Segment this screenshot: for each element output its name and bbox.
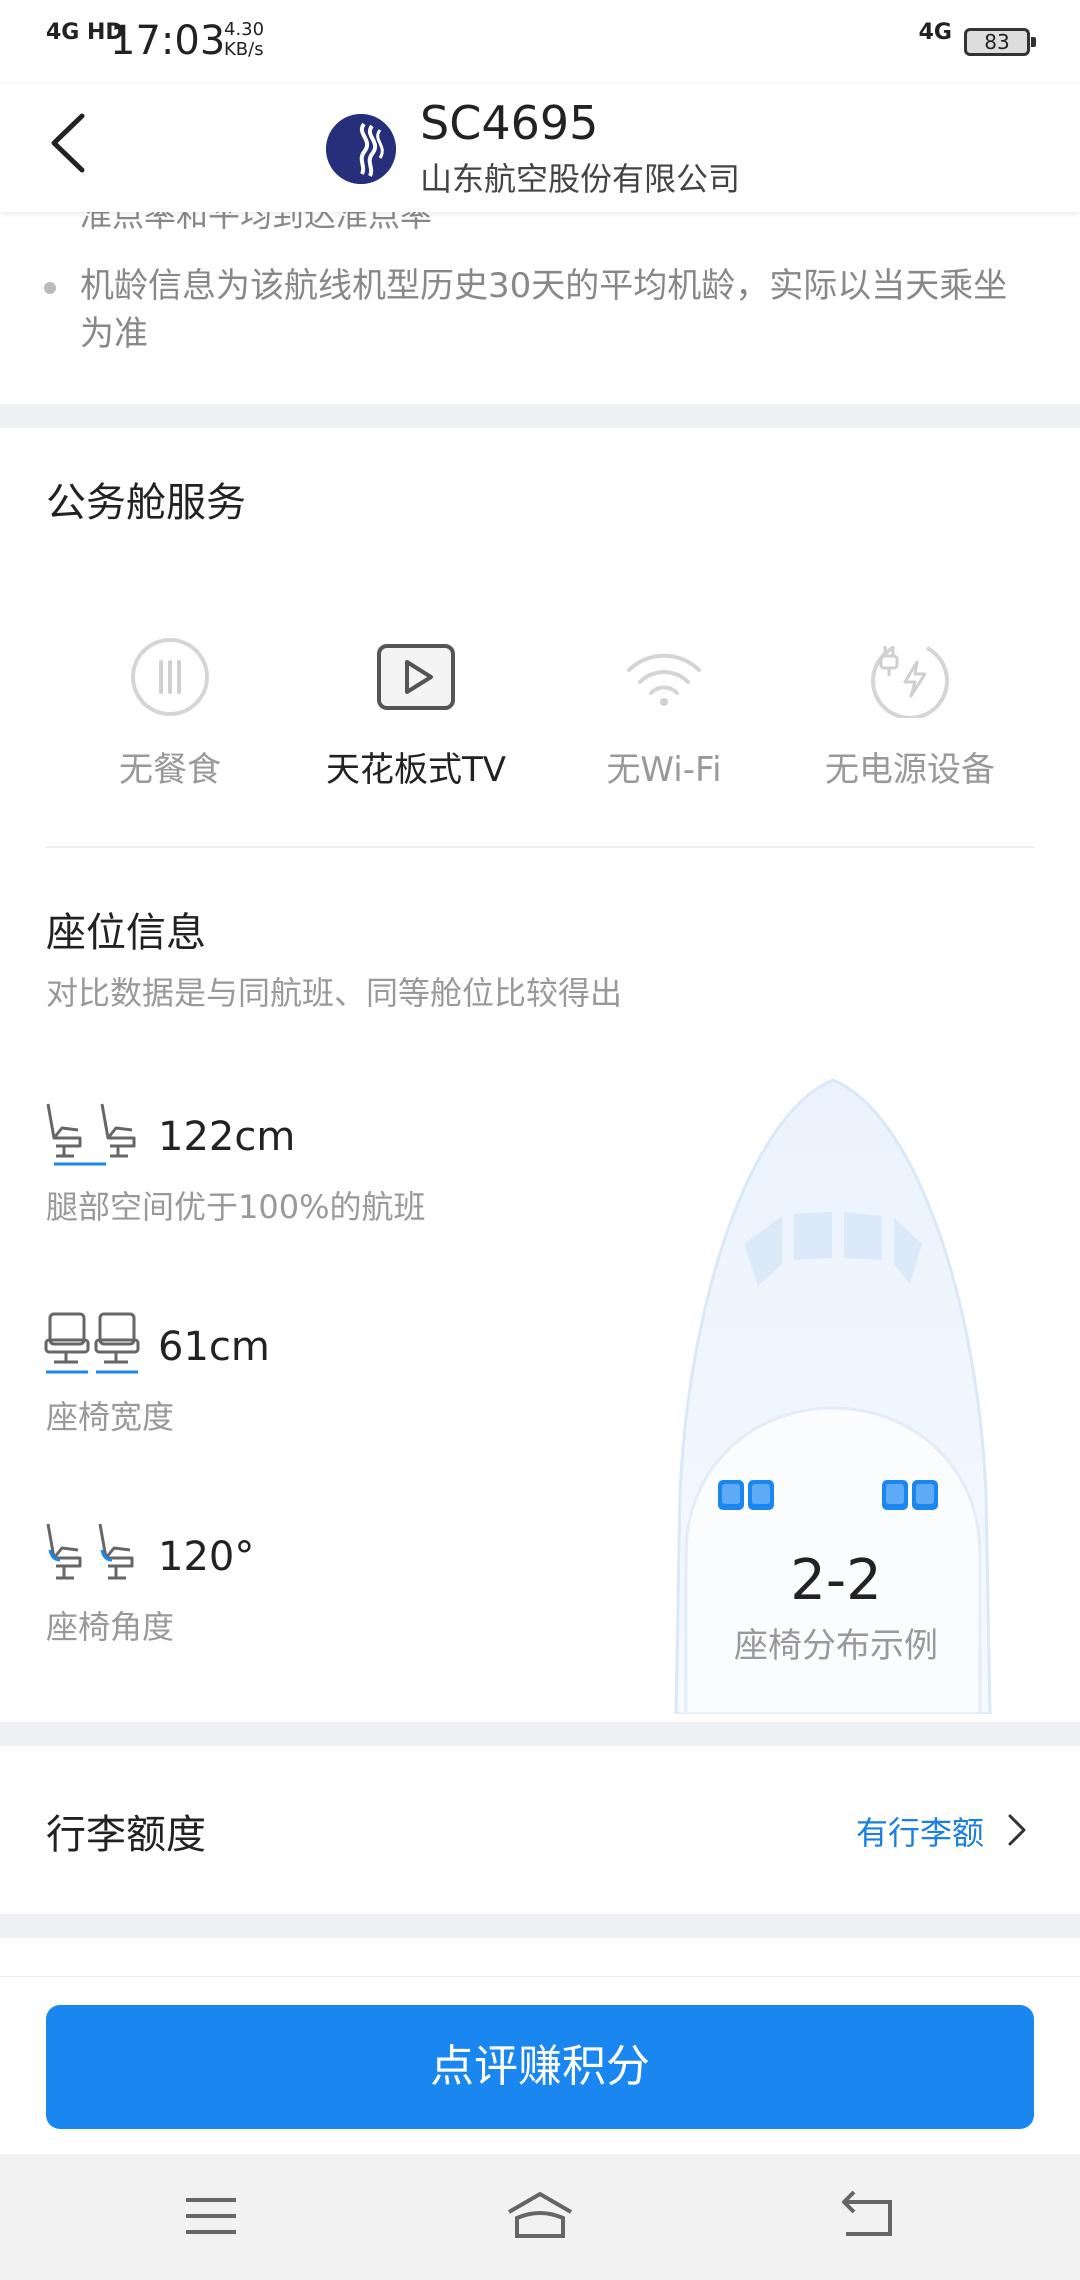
network-indicator-right: 4G <box>918 20 952 45</box>
section-gap <box>0 404 1080 428</box>
seat-angle-icon <box>46 1523 134 1580</box>
header: SC4695 山东航空股份有限公司 <box>0 84 1080 212</box>
service-label: 无电源设备 <box>825 750 995 790</box>
menu-icon[interactable] <box>176 2184 246 2248</box>
back-arrow-icon[interactable] <box>40 108 100 178</box>
seat-width-desc: 座椅宽度 <box>46 1398 175 1436</box>
home-icon[interactable] <box>505 2184 575 2248</box>
next-card-edge <box>0 1938 1080 1976</box>
service-label: 无Wi-Fi <box>606 750 722 790</box>
service-label: 无餐食 <box>119 750 221 790</box>
section-gap <box>0 1914 1080 1938</box>
notes-section: 准点率和平均到达准点率 机龄信息为该航线机型历史30天的平均机龄，实际以当天乘坐… <box>0 212 1080 404</box>
baggage-link[interactable]: 有行李额 <box>856 1808 984 1854</box>
flight-number: SC4695 <box>420 96 599 150</box>
seat-width-icon <box>44 1312 140 1374</box>
legroom-desc: 腿部空间优于100%的航班 <box>46 1188 426 1226</box>
seat-width-value: 61cm <box>158 1324 270 1370</box>
chevron-right-icon[interactable] <box>1002 1812 1030 1848</box>
review-earn-points-button[interactable]: 点评赚积分 <box>46 2005 1034 2129</box>
wifi-icon <box>627 653 701 706</box>
status-time: 17:03 <box>110 18 226 64</box>
back-nav-icon[interactable] <box>834 2184 904 2248</box>
seat-layout-caption: 座椅分布示例 <box>734 1626 938 1666</box>
legroom-icon <box>46 1103 136 1166</box>
speed-unit: KB/s <box>224 39 264 60</box>
cta-area: 点评赚积分 <box>0 1976 1080 2154</box>
seat-info-subtitle: 对比数据是与同航班、同等舱位比较得出 <box>46 974 623 1012</box>
service-meal: 无餐食 <box>50 636 290 791</box>
battery-icon: 83 <box>964 28 1036 56</box>
seat-info-title: 座位信息 <box>46 910 206 956</box>
service-tv: 天花板式TV <box>296 636 536 791</box>
airline-logo-icon <box>326 114 396 184</box>
service-power: 无电源设备 <box>790 636 1030 791</box>
seat-angle-value: 120° <box>158 1534 255 1580</box>
meal-icon <box>131 638 209 716</box>
legroom-value: 122cm <box>158 1114 296 1160</box>
power-plug-icon <box>871 646 949 720</box>
seat-layout-value: 2-2 <box>790 1548 882 1613</box>
note-partial-line: 准点率和平均到达准点率 <box>80 212 433 234</box>
divider <box>46 846 1034 848</box>
aircraft-age-note: 机龄信息为该航线机型历史30天的平均机龄，实际以当天乘坐为准 <box>80 266 1008 354</box>
system-nav-bar <box>0 2154 1080 2280</box>
seat-angle-desc: 座椅角度 <box>46 1608 175 1646</box>
baggage-title: 行李额度 <box>46 1812 206 1858</box>
airline-name: 山东航空股份有限公司 <box>420 160 741 198</box>
network-speed: 4.30 KB/s <box>224 20 264 60</box>
service-label: 天花板式TV <box>325 750 507 790</box>
tv-play-icon <box>377 644 455 710</box>
status-bar: 4G HD 17:03 4.30 KB/s 4G 83 <box>0 0 1080 84</box>
service-wifi: 无Wi-Fi <box>544 636 784 791</box>
bullet-icon <box>44 282 56 294</box>
services-title: 公务舱服务 <box>46 480 246 526</box>
speed-value: 4.30 <box>224 19 265 40</box>
section-gap <box>0 1722 1080 1746</box>
